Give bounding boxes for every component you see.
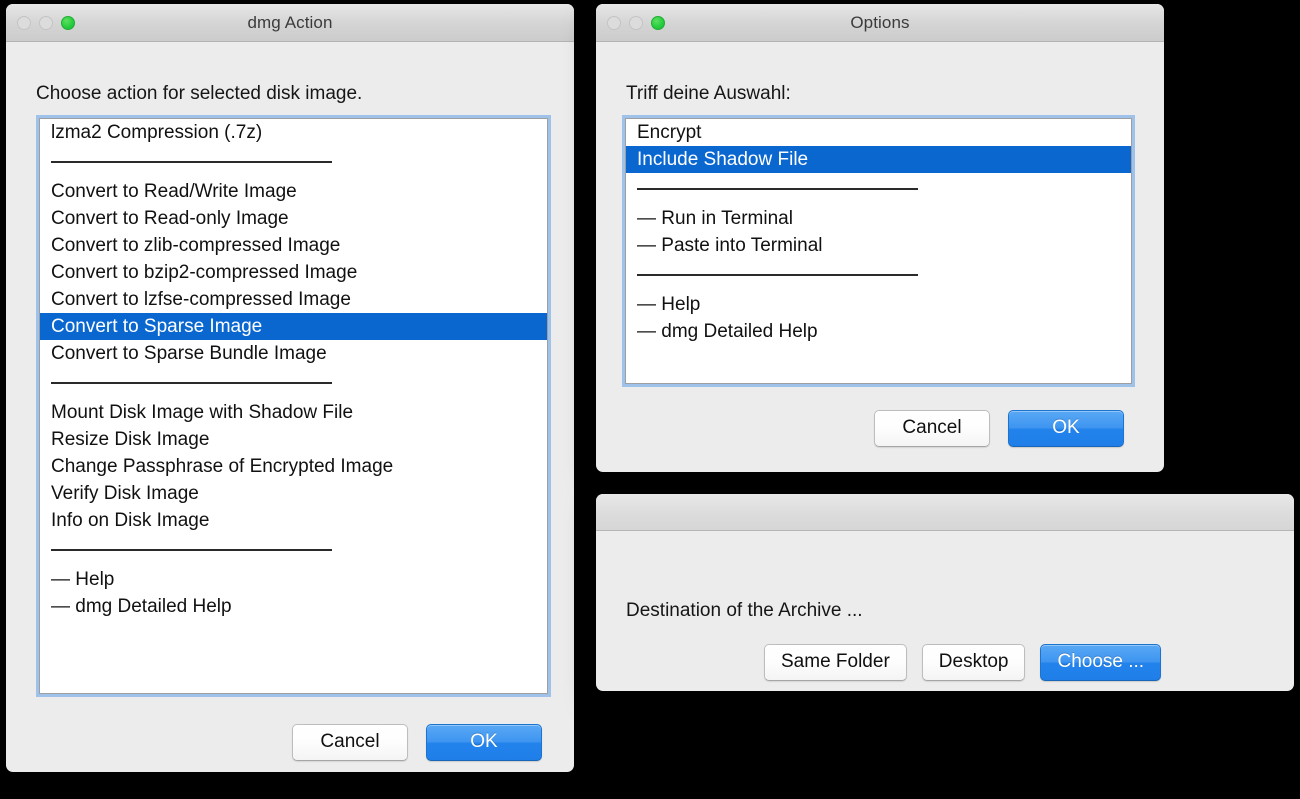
dmg-action-window: dmg Action Choose action for selected di… bbox=[6, 4, 574, 772]
close-button-icon[interactable] bbox=[607, 15, 621, 30]
options-window: Options Triff deine Auswahl: Encrypt Incl… bbox=[596, 4, 1164, 472]
destination-window: Destination of the Archive ... Same Fold… bbox=[596, 494, 1294, 691]
list-item[interactable]: — dmg Detailed Help bbox=[626, 318, 1131, 345]
list-item[interactable]: — Run in Terminal bbox=[626, 205, 1131, 232]
minimize-button-icon[interactable] bbox=[39, 15, 53, 30]
ok-button[interactable]: OK bbox=[1008, 410, 1124, 447]
list-item[interactable]: Verify Disk Image bbox=[40, 480, 547, 507]
list-item[interactable]: Convert to bzip2-compressed Image bbox=[40, 259, 547, 286]
traffic-light-group bbox=[607, 15, 665, 30]
list-item[interactable]: Convert to Read/Write Image bbox=[40, 178, 547, 205]
cancel-button[interactable]: Cancel bbox=[874, 410, 990, 447]
zoom-button-icon[interactable] bbox=[651, 15, 665, 30]
desktop-button[interactable]: Desktop bbox=[921, 644, 1026, 681]
list-item[interactable]: Convert to zlib-compressed Image bbox=[40, 232, 547, 259]
dmg-action-content: Choose action for selected disk image. l… bbox=[6, 42, 574, 772]
destination-button-row: Same Folder Desktop Choose ... bbox=[764, 644, 1162, 681]
list-separator bbox=[40, 534, 547, 566]
list-item-selected[interactable]: Include Shadow File bbox=[626, 146, 1131, 173]
list-item[interactable]: Info on Disk Image bbox=[40, 507, 547, 534]
list-separator bbox=[40, 367, 547, 399]
options-titlebar[interactable]: Options bbox=[596, 4, 1164, 42]
dmg-action-titlebar[interactable]: dmg Action bbox=[6, 4, 574, 42]
list-item[interactable]: Resize Disk Image bbox=[40, 426, 547, 453]
list-item[interactable]: Convert to lzfse-compressed Image bbox=[40, 286, 547, 313]
options-button-row: Cancel OK bbox=[874, 410, 1124, 447]
list-item[interactable]: Mount Disk Image with Shadow File bbox=[40, 399, 547, 426]
options-content: Triff deine Auswahl: Encrypt Include Shad… bbox=[596, 42, 1164, 472]
list-separator bbox=[40, 146, 547, 178]
list-item[interactable]: — Help bbox=[40, 566, 547, 593]
dmg-action-prompt: Choose action for selected disk image. bbox=[36, 83, 363, 104]
traffic-light-group bbox=[17, 15, 75, 30]
options-listbox[interactable]: Encrypt Include Shadow File — Run in Termi… bbox=[625, 118, 1132, 384]
list-separator bbox=[626, 259, 1131, 291]
options-window-title: Options bbox=[850, 12, 910, 32]
dmg-action-listbox[interactable]: lzma2 Compression (.7z) Convert to Read/W… bbox=[39, 118, 548, 694]
zoom-button-icon[interactable] bbox=[61, 15, 75, 30]
list-item[interactable]: Convert to Sparse Bundle Image bbox=[40, 340, 547, 367]
list-item-selected[interactable]: Convert to Sparse Image bbox=[40, 313, 547, 340]
choose-button[interactable]: Choose ... bbox=[1040, 644, 1162, 681]
list-item[interactable]: Encrypt bbox=[626, 119, 1131, 146]
destination-content: Destination of the Archive ... Same Fold… bbox=[596, 531, 1294, 690]
list-item[interactable]: — Help bbox=[626, 291, 1131, 318]
same-folder-button[interactable]: Same Folder bbox=[764, 644, 907, 681]
list-separator bbox=[626, 173, 1131, 205]
options-prompt: Triff deine Auswahl: bbox=[626, 83, 791, 104]
dmg-action-window-title: dmg Action bbox=[247, 12, 333, 32]
destination-prompt: Destination of the Archive ... bbox=[626, 600, 863, 621]
list-item[interactable]: — dmg Detailed Help bbox=[40, 593, 547, 620]
destination-titlebar[interactable] bbox=[596, 494, 1294, 531]
list-item[interactable]: Change Passphrase of Encrypted Image bbox=[40, 453, 547, 480]
list-item[interactable]: Convert to Read-only Image bbox=[40, 205, 547, 232]
dmg-action-button-row: Cancel OK bbox=[292, 724, 542, 761]
minimize-button-icon[interactable] bbox=[629, 15, 643, 30]
close-button-icon[interactable] bbox=[17, 15, 31, 30]
ok-button[interactable]: OK bbox=[426, 724, 542, 761]
cancel-button[interactable]: Cancel bbox=[292, 724, 408, 761]
list-item[interactable]: — Paste into Terminal bbox=[626, 232, 1131, 259]
list-item[interactable]: lzma2 Compression (.7z) bbox=[40, 119, 547, 146]
